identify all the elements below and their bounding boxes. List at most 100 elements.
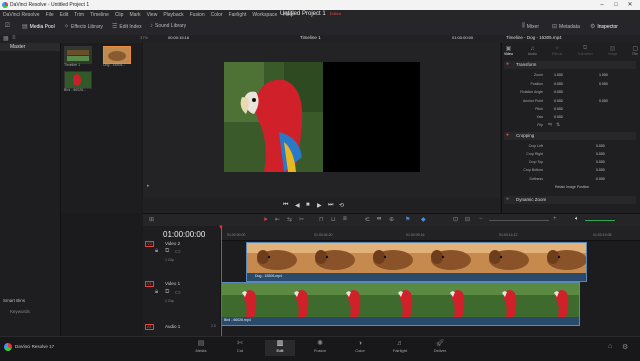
blade-tool-icon[interactable]: ✂ (299, 216, 304, 223)
menu-davinci-resolve[interactable]: DaVinci Resolve (3, 12, 40, 18)
timeline-clip-dog[interactable]: Dog - 15305.mp4 (246, 242, 587, 282)
param-value-x[interactable]: 0.000 (554, 99, 563, 103)
metadata-button[interactable]: ⊟ Metadata (552, 23, 580, 31)
marker-icon[interactable]: ◆ (421, 216, 426, 223)
track-id-a1[interactable]: A1 (145, 324, 154, 330)
track-id-v2[interactable]: V2 (145, 241, 154, 247)
reverse-button[interactable]: ◀ (295, 202, 300, 209)
dynamic-zoom-section-header[interactable]: ● Dynamic Zoom (504, 196, 636, 204)
insert-clip-icon[interactable]: ⊓ (319, 216, 324, 223)
menu-trim[interactable]: Trim (74, 12, 84, 18)
close-button[interactable]: ✕ (624, 1, 636, 9)
loop-button[interactable]: ⟲ (339, 202, 344, 209)
skip-start-button[interactable]: ⏮ (283, 202, 288, 209)
zoom-full-icon[interactable]: ⊡ (453, 216, 458, 223)
menu-playback[interactable]: Playback (163, 12, 183, 18)
tab-file[interactable]: ▢ File (632, 45, 638, 56)
param-value[interactable]: 0.000 (596, 168, 605, 172)
param-value[interactable]: 0.000 (596, 177, 605, 181)
timeline-clip-bird[interactable]: Bird - 66026.mp4 (221, 282, 580, 326)
clip-thumbnail-bird[interactable] (64, 71, 92, 89)
track-name-v1[interactable]: Video 1 (165, 281, 180, 286)
param-value[interactable]: 0.000 (596, 144, 605, 148)
media-pool-button[interactable]: ▤ Media Pool (22, 23, 55, 31)
zoom-select[interactable]: 37% (140, 35, 148, 40)
snapping-icon[interactable]: ⊂ (365, 216, 370, 223)
maximize-button[interactable]: □ (610, 1, 622, 9)
workspace-toggle-button[interactable]: ⎚ (5, 23, 10, 30)
audio-level-slider[interactable] (585, 220, 615, 221)
flag-icon[interactable]: ⚑ (405, 216, 410, 223)
playhead[interactable] (221, 226, 222, 336)
menu-mark[interactable]: Mark (129, 12, 140, 18)
track-id-v1[interactable]: V1 (145, 281, 154, 287)
flip-vertical-button[interactable]: ⇅ (556, 122, 560, 128)
param-value-x[interactable]: 0.000 (554, 90, 563, 94)
menu-timeline[interactable]: Timeline (90, 12, 109, 18)
keywords-bin[interactable]: Keywords (10, 309, 30, 314)
retain-image-position-checkbox[interactable]: Retain Image Position (555, 185, 589, 189)
timeline-options-icon[interactable]: ⊞ (149, 216, 154, 223)
position-lock-icon[interactable]: ⊕ (389, 216, 394, 223)
tab-effects[interactable]: ✧ Effects (552, 45, 563, 56)
trim-tool-icon[interactable]: ⇤ (275, 216, 280, 223)
overwrite-clip-icon[interactable]: ⊔ (331, 216, 336, 223)
param-value-y[interactable]: 0.000 (599, 82, 608, 86)
track-visibility-icon[interactable]: ▭ (175, 248, 181, 255)
transform-section-header[interactable]: ● Transform (504, 61, 636, 69)
menu-edit[interactable]: Edit (60, 12, 69, 18)
linked-selection-icon[interactable]: ∞ (377, 216, 381, 222)
mixer-button[interactable]: ⫼ Mixer (522, 23, 539, 30)
stop-button[interactable]: ■ (306, 202, 310, 208)
track-name-v2[interactable]: Video 2 (165, 241, 180, 246)
enable-dot-icon[interactable]: ● (506, 132, 509, 138)
menu-view[interactable]: View (147, 12, 158, 18)
param-value-y[interactable]: 0.000 (599, 99, 608, 103)
cropping-section-header[interactable]: ● Cropping (504, 132, 636, 140)
lock-icon[interactable]: 🔒︎ (155, 248, 158, 255)
menu-workspace[interactable]: Workspace (252, 12, 277, 18)
param-value[interactable]: 0.000 (596, 160, 605, 164)
page-tab-fairlight[interactable]: ♬ Fairlight (385, 340, 415, 353)
grid-view-icon[interactable]: ▦ (3, 35, 9, 42)
page-tab-cut[interactable]: ✄ Cut (225, 340, 255, 353)
dynamic-trim-icon[interactable]: ⇆ (287, 216, 292, 223)
param-value-x[interactable]: 1.000 (554, 73, 563, 77)
timeline-selector[interactable]: Timeline 1 (300, 35, 321, 40)
smart-bins-label[interactable]: Smart Bins (3, 298, 25, 303)
track-name-a1[interactable]: Audio 1 (165, 324, 180, 329)
menu-color[interactable]: Color (211, 12, 223, 18)
param-value-y[interactable]: 1.000 (599, 73, 608, 77)
zoom-in-icon[interactable]: + (553, 216, 557, 222)
auto-select-icon[interactable]: ⧉ (165, 248, 169, 255)
sound-library-button[interactable]: ♪ Sound Library (150, 23, 186, 29)
clip-thumbnail-timeline[interactable] (64, 46, 92, 64)
menu-clip[interactable]: Clip (115, 12, 124, 18)
param-value-x[interactable]: 0.000 (554, 107, 563, 111)
home-icon[interactable]: ⌂ (608, 343, 612, 350)
selection-tool-icon[interactable]: ➤ (263, 216, 268, 223)
track-visibility-icon[interactable]: ▭ (175, 289, 181, 296)
list-view-icon[interactable]: ≡ (12, 35, 16, 41)
tab-audio[interactable]: ♫ Audio (528, 46, 537, 56)
playhead-handle-icon[interactable]: ▼ (218, 225, 224, 231)
enable-dot-icon[interactable]: ● (506, 196, 509, 202)
enable-dot-icon[interactable]: ● (506, 61, 509, 67)
param-value[interactable]: 0.000 (596, 152, 605, 156)
param-value-x[interactable]: 0.000 (554, 82, 563, 86)
jog-handle-icon[interactable]: ▸ (147, 183, 150, 189)
page-tab-color[interactable]: ◑ Color (345, 340, 375, 353)
tab-video[interactable]: ▣ Video (504, 45, 513, 56)
flip-horizontal-button[interactable]: ⇋ (548, 122, 552, 128)
page-tab-deliver[interactable]: 🚀︎ Deliver (425, 340, 455, 353)
menu-fusion[interactable]: Fusion (190, 12, 205, 18)
skip-end-button[interactable]: ⏭ (328, 202, 333, 209)
inspector-button[interactable]: ⚙ Inspector (590, 23, 618, 31)
auto-select-icon[interactable]: ⧉ (165, 289, 169, 296)
edit-index-button[interactable]: ☰ Edit Index (112, 23, 142, 31)
minimize-button[interactable]: – (596, 1, 608, 9)
tab-image[interactable]: ▨ Image (608, 45, 618, 56)
settings-gear-icon[interactable]: ⚙ (622, 343, 628, 351)
clip-thumbnail-dog[interactable] (103, 46, 131, 64)
lock-icon[interactable]: 🔒︎ (155, 289, 158, 296)
